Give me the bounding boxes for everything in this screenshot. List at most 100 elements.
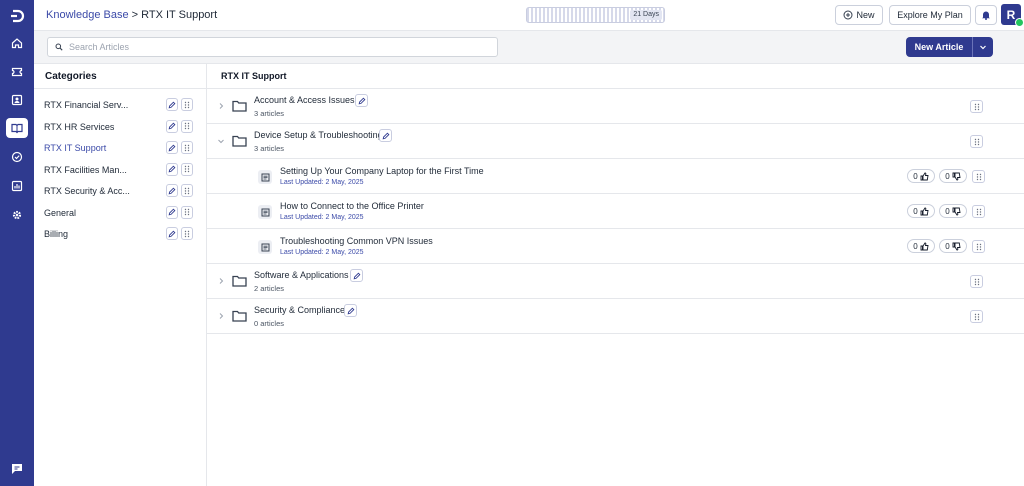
breadcrumb-current: RTX IT Support (141, 9, 218, 21)
rail-chat[interactable] (6, 459, 28, 479)
folder-icon-wrap (232, 134, 247, 147)
rail-knowledge-base[interactable] (6, 118, 28, 138)
folder-edit-button[interactable] (379, 129, 392, 142)
folder-toggle[interactable] (217, 102, 225, 110)
user-avatar[interactable]: R (1001, 4, 1024, 27)
like-count: 0 (913, 171, 918, 181)
chevron-down-icon (980, 45, 986, 50)
category-drag-handle[interactable] (181, 141, 193, 154)
edit-icon (353, 272, 360, 279)
article-row[interactable]: How to Connect to the Office Printer Last… (207, 194, 1024, 229)
category-drag-handle[interactable] (181, 119, 193, 133)
article-row[interactable]: Setting Up Your Company Laptop for the F… (207, 159, 1024, 194)
category-edit-button[interactable] (166, 141, 178, 154)
like-button[interactable]: 0 (907, 204, 935, 218)
new-button[interactable]: New (835, 5, 883, 25)
folder-row[interactable]: Software & Applications 2 articles (207, 264, 1024, 299)
category-drag-handle[interactable] (181, 162, 193, 176)
category-drag-handle[interactable] (181, 184, 193, 197)
category-item[interactable]: RTX IT Support (34, 138, 206, 158)
notifications-button[interactable] (975, 5, 997, 25)
rail-reports[interactable] (6, 176, 28, 196)
folder-icon (232, 310, 247, 322)
article-title[interactable]: How to Connect to the Office Printer (280, 201, 424, 211)
article-drag-handle[interactable] (972, 205, 985, 218)
category-item[interactable]: RTX Facilities Man... (34, 160, 206, 180)
search-box[interactable] (47, 37, 498, 57)
folder-icon (232, 275, 247, 287)
folder-edit-button[interactable] (344, 304, 357, 317)
category-item[interactable]: Billing (34, 224, 206, 244)
dislike-button[interactable]: 0 (939, 169, 967, 183)
folder-article-count: 2 articles (254, 284, 285, 293)
article-drag-handle[interactable] (972, 240, 985, 253)
search-input[interactable] (69, 42, 469, 52)
home-icon (11, 38, 23, 49)
drag-handle-icon (184, 165, 190, 173)
folder-icon-wrap (232, 309, 247, 322)
like-button[interactable]: 0 (907, 239, 935, 253)
drag-handle-icon (184, 230, 190, 237)
category-edit-button[interactable] (166, 162, 178, 176)
folder-row[interactable]: Security & Compliance 0 articles (207, 299, 1024, 334)
category-edit-button[interactable] (166, 119, 178, 133)
rail-home[interactable] (6, 33, 28, 53)
like-button[interactable]: 0 (907, 169, 935, 183)
category-edit-button[interactable] (166, 205, 178, 219)
explore-plan-button[interactable]: Explore My Plan (889, 5, 971, 25)
chevron-down-icon (218, 139, 224, 144)
folder-drag-handle[interactable] (970, 310, 983, 323)
category-label: RTX Facilities Man... (44, 164, 127, 175)
category-item[interactable]: General (34, 203, 206, 223)
category-drag-handle[interactable] (181, 98, 193, 111)
rail-settings[interactable] (6, 205, 28, 225)
article-drag-handle[interactable] (972, 170, 985, 183)
folder-drag-handle[interactable] (970, 100, 983, 113)
toolbar: New Article (34, 31, 1024, 64)
rail-tickets[interactable] (6, 62, 28, 82)
folder-row[interactable]: Device Setup & Troubleshooting 3 articles (207, 124, 1024, 159)
dislike-button[interactable]: 0 (939, 239, 967, 253)
breadcrumb-root-link[interactable]: Knowledge Base (46, 9, 129, 21)
category-label: RTX HR Services (44, 121, 115, 132)
folder-edit-button[interactable] (355, 94, 368, 107)
document-icon (261, 243, 269, 251)
category-item[interactable]: RTX HR Services (34, 117, 206, 137)
drag-handle-icon (974, 103, 979, 110)
category-item[interactable]: RTX Financial Serv... (34, 95, 206, 115)
folder-edit-button[interactable] (350, 269, 363, 282)
rail-tasks[interactable] (6, 147, 28, 167)
folder-drag-handle[interactable] (970, 135, 983, 148)
breadcrumb-separator: > (131, 9, 139, 21)
folder-row[interactable]: Account & Access Issues 3 articles (207, 89, 1024, 124)
folder-name: Account & Access Issues (254, 95, 355, 105)
edit-icon (347, 307, 354, 314)
category-item[interactable]: RTX Security & Acc... (34, 181, 206, 201)
category-edit-button[interactable] (166, 227, 178, 240)
folder-name: Security & Compliance (254, 305, 346, 315)
article-icon-wrap (258, 170, 272, 184)
article-title[interactable]: Setting Up Your Company Laptop for the F… (280, 166, 484, 176)
new-article-button[interactable]: New Article (906, 37, 973, 57)
app-logo[interactable] (7, 6, 27, 26)
category-drag-handle[interactable] (181, 227, 193, 240)
edit-icon (168, 230, 176, 237)
dislike-button[interactable]: 0 (939, 204, 967, 218)
category-edit-button[interactable] (166, 184, 178, 197)
drag-handle-icon (976, 208, 981, 215)
folder-icon-wrap (232, 274, 247, 287)
folder-toggle[interactable] (217, 312, 225, 320)
category-edit-button[interactable] (166, 98, 178, 111)
folder-toggle[interactable] (217, 277, 225, 285)
folder-toggle[interactable] (217, 137, 225, 145)
folder-icon (232, 135, 247, 147)
category-drag-handle[interactable] (181, 205, 193, 219)
folder-drag-handle[interactable] (970, 275, 983, 288)
thumbs-up-icon (920, 242, 929, 250)
article-title[interactable]: Troubleshooting Common VPN Issues (280, 236, 433, 246)
rail-contacts[interactable] (6, 90, 28, 110)
article-row[interactable]: Troubleshooting Common VPN Issues Last Up… (207, 229, 1024, 264)
edit-icon (168, 144, 176, 151)
new-article-dropdown[interactable] (973, 37, 993, 57)
folder-article-count: 3 articles (254, 144, 285, 153)
